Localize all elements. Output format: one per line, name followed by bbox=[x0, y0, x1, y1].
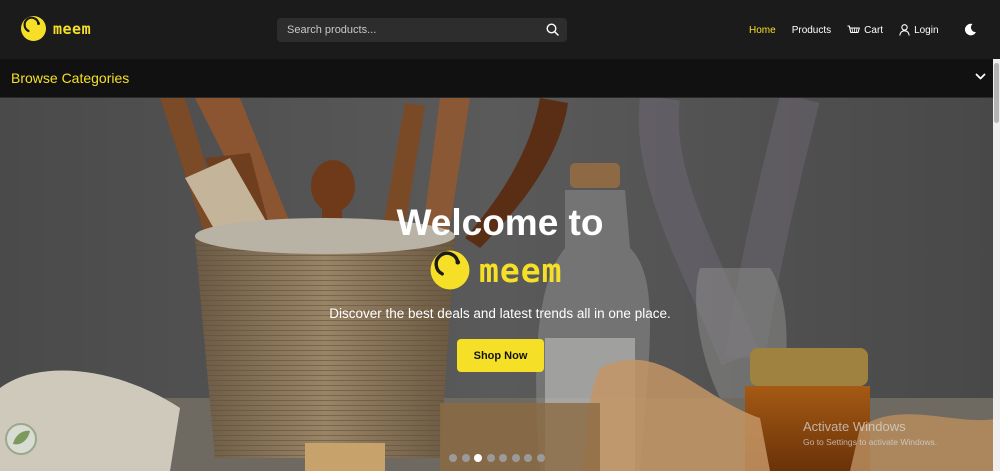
carousel-dot[interactable] bbox=[461, 454, 470, 462]
nav-login[interactable]: Login bbox=[899, 24, 939, 36]
brand-name: meem bbox=[53, 19, 92, 38]
search-icon[interactable] bbox=[546, 23, 559, 36]
nav-products[interactable]: Products bbox=[792, 25, 831, 36]
search-input[interactable] bbox=[287, 18, 537, 42]
browse-categories-label: Browse Categories bbox=[11, 70, 130, 86]
carousel-dot[interactable] bbox=[499, 454, 507, 462]
nav-home-label: Home bbox=[749, 24, 776, 36]
page-scrollbar[interactable] bbox=[993, 59, 1000, 471]
scrollbar-thumb[interactable] bbox=[994, 63, 999, 123]
hero-brand-logo-icon bbox=[430, 250, 470, 290]
carousel-dot[interactable] bbox=[524, 454, 532, 462]
carousel-dot[interactable] bbox=[486, 454, 495, 462]
leaf-badge-icon bbox=[5, 423, 37, 455]
hero-brand-name: meem bbox=[479, 250, 563, 290]
carousel-dot[interactable] bbox=[449, 454, 457, 462]
brand-logo[interactable]: meem bbox=[20, 15, 91, 42]
nav-products-label: Products bbox=[791, 24, 832, 36]
nav-cart[interactable]: Cart bbox=[847, 25, 883, 36]
nav-cart-label: Cart bbox=[864, 24, 884, 36]
moon-icon[interactable] bbox=[964, 23, 977, 36]
carousel-dot[interactable] bbox=[511, 454, 520, 462]
carousel-dot[interactable] bbox=[536, 454, 545, 462]
activate-windows-watermark: Activate Windows Go to Settings to activ… bbox=[803, 419, 937, 447]
carousel-dot-active[interactable] bbox=[474, 454, 482, 462]
main-nav: Home Products Cart Login bbox=[749, 23, 939, 37]
chevron-down-icon[interactable] bbox=[975, 73, 986, 81]
navbar: meem Home Products Cart bbox=[0, 0, 1000, 59]
search-bar bbox=[277, 18, 567, 42]
watermark-title: Activate Windows bbox=[803, 419, 906, 434]
nav-login-label: Login bbox=[914, 24, 939, 36]
cart-icon bbox=[847, 24, 861, 33]
brand-logo-icon bbox=[21, 16, 46, 41]
nav-home[interactable]: Home bbox=[749, 25, 776, 36]
watermark-subtitle: Go to Settings to activate Windows. bbox=[803, 437, 938, 447]
hero-subtitle: Discover the best deals and latest trend… bbox=[329, 306, 671, 321]
hero-banner: Welcome to meem Discover the best deals … bbox=[0, 98, 1000, 471]
hero-title: Welcome to bbox=[396, 202, 604, 243]
hero-brand-logo: meem bbox=[429, 249, 562, 291]
carousel-indicators bbox=[449, 454, 549, 462]
user-icon bbox=[899, 24, 910, 36]
shop-now-button[interactable]: Shop Now bbox=[457, 339, 544, 372]
browse-categories-bar[interactable]: Browse Categories bbox=[0, 59, 1000, 98]
